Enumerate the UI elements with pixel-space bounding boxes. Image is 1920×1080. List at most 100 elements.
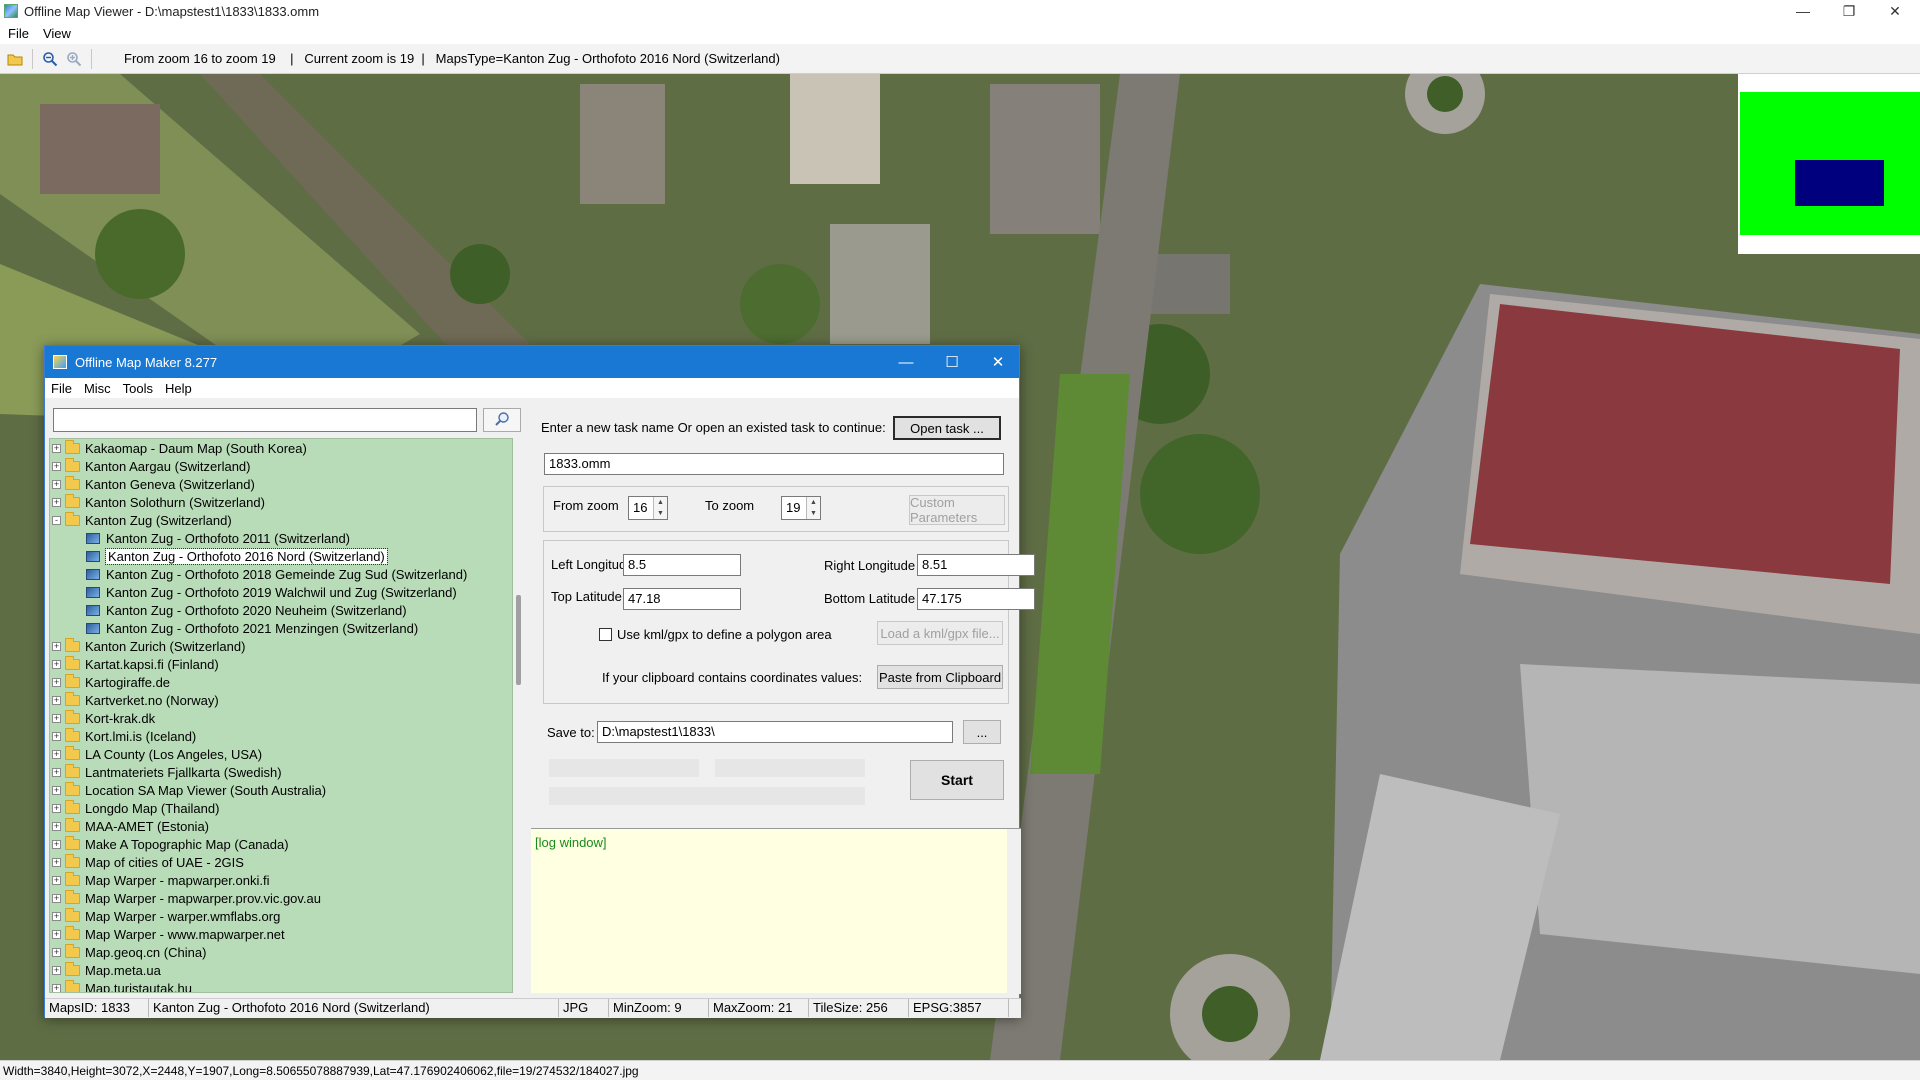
to-zoom-spinner[interactable]: 19 ▲ ▼ <box>781 496 821 520</box>
custom-parameters-button[interactable]: Custom Parameters <box>909 495 1005 525</box>
tree-item[interactable]: + Map.geoq.cn (China) <box>50 943 512 961</box>
zoom-in-icon[interactable] <box>63 48 85 70</box>
menu-view[interactable]: View <box>43 26 71 41</box>
tree-item[interactable]: + Map.turistautak.hu <box>50 979 512 992</box>
right-longitude-field[interactable]: 8.51 <box>917 554 1035 576</box>
restore-icon[interactable]: ❐ <box>1826 0 1872 22</box>
expand-icon[interactable]: + <box>52 443 61 453</box>
tree-item[interactable]: + Kanton Zurich (Switzerland) <box>50 637 512 655</box>
expand-icon[interactable]: + <box>52 875 61 885</box>
tree-item[interactable]: + Kanton Geneva (Switzerland) <box>50 475 512 493</box>
log-scrollbar[interactable] <box>1007 829 1021 994</box>
minimap-viewport[interactable] <box>1795 160 1884 206</box>
search-input[interactable] <box>53 408 477 432</box>
expand-icon[interactable]: + <box>52 839 61 849</box>
expand-icon[interactable]: + <box>52 857 61 867</box>
map-source-tree[interactable]: + Kakaomap - Daum Map (South Korea) + Kanto… <box>49 438 513 993</box>
tree-item[interactable]: + Map Warper - www.mapwarper.net <box>50 925 512 943</box>
tree-item[interactable]: + Kort-krak.dk <box>50 709 512 727</box>
task-name-field[interactable]: 1833.omm <box>544 453 1004 475</box>
tree-item[interactable]: + Location SA Map Viewer (South Australia… <box>50 781 512 799</box>
tree-item[interactable]: + Map of cities of UAE - 2GIS <box>50 853 512 871</box>
start-button[interactable]: Start <box>910 760 1004 800</box>
save-to-field[interactable]: D:\mapstest1\1833\ <box>597 721 953 743</box>
expand-icon[interactable]: + <box>52 479 61 489</box>
tree-item[interactable]: Kanton Zug - Orthofoto 2018 Gemeinde Zug… <box>50 565 512 583</box>
tree-item[interactable]: + Lantmateriets Fjallkarta (Swedish) <box>50 763 512 781</box>
expand-icon[interactable]: + <box>52 713 61 723</box>
expand-icon[interactable]: + <box>52 767 61 777</box>
expand-icon[interactable]: + <box>52 911 61 921</box>
dialog-minimize-icon[interactable]: — <box>883 346 929 378</box>
tree-item[interactable]: + LA County (Los Angeles, USA) <box>50 745 512 763</box>
tree-item[interactable]: + Map.meta.ua <box>50 961 512 979</box>
collapse-icon[interactable]: - <box>52 515 61 525</box>
tree-item[interactable]: Kanton Zug - Orthofoto 2021 Menzingen (S… <box>50 619 512 637</box>
tree-item[interactable]: + Longdo Map (Thailand) <box>50 799 512 817</box>
expand-icon[interactable]: + <box>52 893 61 903</box>
expand-icon[interactable]: + <box>52 749 61 759</box>
top-latitude-field[interactable]: 47.18 <box>623 588 741 610</box>
expand-icon[interactable]: + <box>52 965 61 975</box>
tree-item[interactable]: + Kanton Solothurn (Switzerland) <box>50 493 512 511</box>
expand-icon[interactable]: + <box>52 947 61 957</box>
bottom-latitude-field[interactable]: 47.175 <box>917 588 1035 610</box>
minimap[interactable] <box>1738 74 1920 254</box>
tree-item[interactable]: + Map Warper - mapwarper.onki.fi <box>50 871 512 889</box>
browse-button[interactable]: ... <box>963 720 1001 744</box>
dlg-menu-tools[interactable]: Tools <box>123 381 153 396</box>
tree-item[interactable]: + Map Warper - warper.wmflabs.org <box>50 907 512 925</box>
dlg-menu-help[interactable]: Help <box>165 381 192 396</box>
map-source-pane: + Kakaomap - Daum Map (South Korea) + Kanto… <box>45 398 525 993</box>
minimize-icon[interactable]: — <box>1780 0 1826 22</box>
spinner-arrows-icon[interactable]: ▲ ▼ <box>653 497 667 519</box>
paste-clipboard-button[interactable]: Paste from Clipboard <box>877 665 1003 689</box>
tree-item[interactable]: + Kakaomap - Daum Map (South Korea) <box>50 439 512 457</box>
close-icon[interactable]: ✕ <box>1872 0 1918 22</box>
expand-icon[interactable]: + <box>52 641 61 651</box>
menu-file[interactable]: File <box>8 26 29 41</box>
tree-item[interactable]: + Kartverket.no (Norway) <box>50 691 512 709</box>
tree-scrollbar[interactable] <box>514 438 523 993</box>
tree-item[interactable]: + Kartogiraffe.de <box>50 673 512 691</box>
log-window[interactable]: [log window] <box>531 828 1021 994</box>
from-zoom-spinner[interactable]: 16 ▲ ▼ <box>628 496 668 520</box>
tree-item[interactable]: + Kort.lmi.is (Iceland) <box>50 727 512 745</box>
expand-icon[interactable]: + <box>52 803 61 813</box>
tree-item[interactable]: + Kanton Aargau (Switzerland) <box>50 457 512 475</box>
kml-checkbox[interactable] <box>599 628 612 641</box>
tree-item[interactable]: + Kartat.kapsi.fi (Finland) <box>50 655 512 673</box>
spinner-arrows-icon[interactable]: ▲ ▼ <box>806 497 820 519</box>
tree-item[interactable]: + Make A Topographic Map (Canada) <box>50 835 512 853</box>
dlg-menu-misc[interactable]: Misc <box>84 381 111 396</box>
expand-icon[interactable]: + <box>52 731 61 741</box>
search-button[interactable] <box>483 408 521 432</box>
tree-item[interactable]: Kanton Zug - Orthofoto 2019 Walchwil und… <box>50 583 512 601</box>
expand-icon[interactable]: + <box>52 983 61 992</box>
tree-item[interactable]: Kanton Zug - Orthofoto 2020 Neuheim (Swi… <box>50 601 512 619</box>
dialog-close-icon[interactable]: ✕ <box>975 346 1021 378</box>
tree-scroll-thumb[interactable] <box>516 595 521 685</box>
open-task-button[interactable]: Open task ... <box>893 416 1001 440</box>
expand-icon[interactable]: + <box>52 929 61 939</box>
expand-icon[interactable]: + <box>52 677 61 687</box>
expand-icon[interactable]: + <box>52 497 61 507</box>
tree-item[interactable]: + Map Warper - mapwarper.prov.vic.gov.au <box>50 889 512 907</box>
expand-icon[interactable]: + <box>52 659 61 669</box>
expand-icon[interactable]: + <box>52 695 61 705</box>
dlg-menu-file[interactable]: File <box>51 381 72 396</box>
expand-icon[interactable]: + <box>52 821 61 831</box>
dialog-maximize-icon[interactable]: ☐ <box>929 346 975 378</box>
left-longitude-field[interactable]: 8.5 <box>623 554 741 576</box>
open-folder-icon[interactable] <box>4 48 26 70</box>
tree-item-label: Kartverket.no (Norway) <box>85 692 219 708</box>
expand-icon[interactable]: + <box>52 461 61 471</box>
tree-item[interactable]: - Kanton Zug (Switzerland) <box>50 511 512 529</box>
tree-item[interactable]: Kanton Zug - Orthofoto 2011 (Switzerland… <box>50 529 512 547</box>
tree-item-label: Kanton Aargau (Switzerland) <box>85 458 251 474</box>
expand-icon[interactable]: + <box>52 785 61 795</box>
tree-item[interactable]: + MAA-AMET (Estonia) <box>50 817 512 835</box>
tree-item[interactable]: Kanton Zug - Orthofoto 2016 Nord (Switze… <box>50 547 512 565</box>
zoom-out-icon[interactable] <box>39 48 61 70</box>
load-kml-button[interactable]: Load a kml/gpx file... <box>877 621 1003 645</box>
